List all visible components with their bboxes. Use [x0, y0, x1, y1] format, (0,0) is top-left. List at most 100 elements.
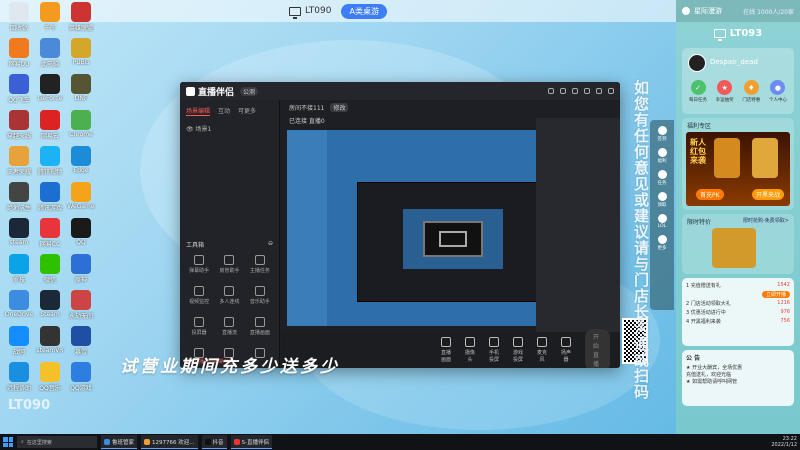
desktop-icon[interactable]: 穿越火线 — [2, 110, 36, 140]
desktop-icon[interactable]: 网易CC — [33, 218, 67, 248]
news-item[interactable]: 1 充值赠送有礼 1542 — [686, 281, 790, 290]
tab-scene[interactable]: 场景编辑 — [186, 106, 211, 116]
welfare-title: 福利专区 — [687, 123, 712, 130]
desktop-icon[interactable]: 英雄联盟 — [64, 2, 98, 32]
gift-icon[interactable] — [560, 88, 566, 94]
desktop-icon[interactable]: 战网 — [2, 326, 36, 356]
toolbar-button-icon — [561, 337, 571, 347]
desktop-icon[interactable]: GeForce — [33, 74, 67, 102]
desktop-icon[interactable]: 王者荣耀 — [2, 146, 36, 176]
side-strip-item[interactable]: LOL — [650, 214, 674, 229]
desktop-icon[interactable]: QQ音乐 — [33, 362, 67, 392]
clock[interactable]: 23:22 2022/1/12 — [771, 436, 797, 448]
live-badge-label: 立即开播 — [761, 291, 790, 298]
desktop-icon[interactable]: 回收站 — [2, 2, 36, 32]
taskbar-app[interactable]: S-直播伴侣 — [230, 435, 273, 449]
feature-button[interactable]: ● 个人中心 — [766, 80, 790, 103]
limited-item-image[interactable] — [712, 228, 756, 268]
feature-button[interactable]: ★ 幸运抽奖 — [713, 80, 737, 103]
desktop-icon[interactable]: 原神 — [64, 254, 98, 284]
desktop-icon[interactable]: Edge — [64, 146, 98, 174]
live-companion-window[interactable]: 直播伴侣 公测 场景编辑 互动 可更多 👁 场景1 工具箱 ⊖ 弹幕助手 房管助手… — [180, 82, 620, 368]
desktop-icon[interactable]: Steam — [33, 290, 67, 318]
side-strip-item[interactable]: 领取 — [650, 192, 674, 208]
settings-icon[interactable] — [572, 88, 578, 94]
start-live-button[interactable]: 开始直播 — [585, 329, 610, 368]
start-button[interactable] — [3, 437, 13, 447]
app-titlebar[interactable]: 直播伴侣 公测 — [180, 82, 620, 100]
promo-banner[interactable]: 新人红包来袭 首充PK 开黑来战 — [686, 132, 790, 206]
promo-button-team[interactable]: 开黑来战 — [751, 189, 784, 200]
toolbox-expand-icon[interactable]: ⊖ — [268, 240, 273, 249]
desktop-icon[interactable]: steam — [2, 218, 36, 246]
desktop-icon[interactable]: WeGame — [64, 182, 98, 210]
close-icon[interactable] — [608, 88, 614, 94]
side-strip-item[interactable]: 更多 — [650, 235, 674, 251]
toolbar-button[interactable]: 扬声器 — [561, 337, 571, 363]
taskbar-search[interactable]: ⌕ 在这里搜索 — [17, 436, 97, 448]
desktop-icon[interactable]: QQ游戏 — [64, 362, 98, 392]
toolbox-item[interactable]: 音乐助手 — [245, 286, 275, 305]
toolbar-button[interactable]: 游戏投屏 — [513, 337, 523, 363]
scene-label: 场景1 — [195, 126, 212, 133]
desktop-icon[interactable]: steamVR — [33, 326, 67, 354]
live-badge-button[interactable]: 立即开播 — [686, 290, 790, 299]
feature-button[interactable]: ✓ 每日任务 — [686, 80, 710, 103]
feature-button[interactable]: ♦ 门店特惠 — [739, 80, 763, 103]
desktop-icon[interactable]: 腾讯游戏 — [33, 182, 67, 212]
desktop-icon[interactable]: QQ飞车 — [2, 74, 36, 104]
desktop-icon[interactable]: 罗技 — [2, 254, 36, 284]
desktop-icon[interactable]: 此电脑 — [33, 38, 67, 68]
toolbox-item[interactable]: 直播画面 — [245, 317, 275, 336]
desktop-icon[interactable]: OneDrive — [2, 290, 36, 318]
tab-more[interactable]: 可更多 — [238, 106, 256, 116]
news-item[interactable]: 4 开黑福利来袭 756 — [686, 317, 790, 326]
desktop-icon[interactable]: Chrome — [64, 110, 98, 138]
toolbox-item[interactable]: 房管助手 — [214, 255, 244, 274]
desktop-icon[interactable]: 绝地求生 — [2, 182, 36, 212]
desktop-icon[interactable]: QQ — [64, 218, 98, 246]
taskbar-app[interactable]: 1297766 欢迎... — [141, 435, 198, 449]
toolbox-item[interactable]: 多人连线 — [214, 286, 244, 305]
scene-item[interactable]: 👁 场景1 — [180, 122, 279, 135]
taskbar-app[interactable]: 抖音 — [201, 435, 227, 449]
toolbox-item[interactable]: 视频监控 — [184, 286, 214, 305]
toolbox-item[interactable]: 弹幕助手 — [184, 255, 214, 274]
toolbar-button[interactable]: 手机投屏 — [489, 337, 499, 363]
side-strip-item[interactable]: 签到 — [650, 126, 674, 142]
limited-more-link[interactable]: 限时抢购-免费领取> — [743, 217, 789, 226]
desktop-icon[interactable]: 腾讯视频 — [33, 146, 67, 176]
side-strip-item[interactable]: 任务 — [650, 170, 674, 186]
message-icon[interactable] — [548, 88, 554, 94]
toolbar-button-label: 游戏投屏 — [513, 350, 524, 363]
promo-button-pk[interactable]: 首充PK — [696, 189, 724, 200]
tab-interact[interactable]: 互动 — [218, 106, 230, 116]
taskbar-app[interactable]: 鲁班管家 — [101, 435, 138, 449]
minimize-icon[interactable] — [596, 88, 602, 94]
desktop-icon[interactable]: 千牛 — [33, 2, 67, 32]
eye-icon[interactable]: 👁 — [186, 126, 194, 133]
desktop-icon[interactable]: 永劫无间 — [64, 290, 98, 320]
side-strip-item[interactable]: 福利 — [650, 148, 674, 164]
news-item[interactable]: 2 门店活动领取大礼 1216 — [686, 299, 790, 308]
menu-icon[interactable] — [584, 88, 590, 94]
toolbox-item[interactable]: 直播流 — [214, 317, 244, 336]
desktop-icon[interactable]: 微信 — [33, 254, 67, 284]
side-strip-label: 签到 — [657, 137, 667, 142]
desktop-icon[interactable]: 暴雪 — [64, 326, 98, 356]
tool-icon — [194, 286, 205, 296]
news-item[interactable]: 3 优惠活动进行中 976 — [686, 308, 790, 317]
desktop-icon[interactable]: 远程协助 — [2, 362, 36, 392]
toolbar-button[interactable]: 摄像头 — [465, 337, 475, 363]
room-edit-tag[interactable]: 修改 — [330, 102, 349, 112]
desktop-icon[interactable]: PUBG — [64, 38, 98, 66]
toolbar-button[interactable]: 直播画面 — [441, 337, 451, 363]
desktop-icon[interactable]: 网易云 — [33, 110, 67, 140]
desktop-icon[interactable]: 网易UU — [2, 38, 36, 68]
toolbar-button[interactable]: 麦克风 — [537, 337, 547, 363]
top-action-button[interactable]: A类桌游 — [341, 3, 387, 19]
avatar[interactable] — [688, 54, 706, 72]
desktop-icon[interactable]: DNF — [64, 74, 98, 102]
toolbox-item[interactable]: 投屏器 — [184, 317, 214, 336]
toolbox-item[interactable]: 主播任务 — [245, 255, 275, 274]
